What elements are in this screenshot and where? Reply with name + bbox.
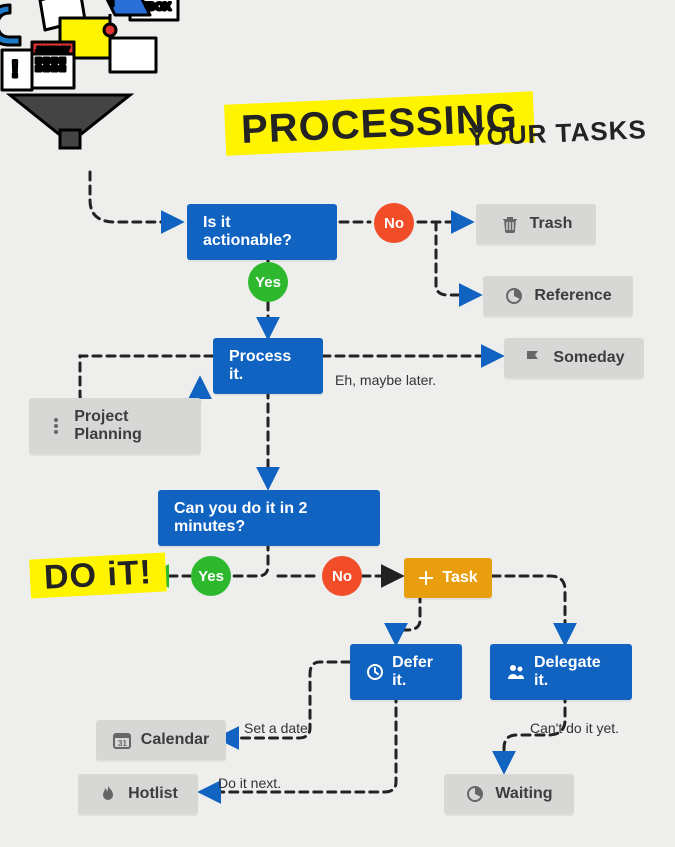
node-task-label: Task: [442, 569, 477, 587]
svg-text:31: 31: [118, 739, 127, 748]
trash-icon: [500, 214, 520, 234]
pill-yes-1-label: Yes: [255, 274, 281, 291]
plus-icon: [418, 568, 434, 588]
pill-no-1: No: [374, 203, 414, 243]
caption-do-it-next: Do it next.: [218, 775, 281, 791]
outcome-reference-label: Reference: [534, 287, 611, 305]
node-delegate-it-label: Delegate it.: [534, 654, 616, 690]
node-delegate-it: Delegate it.: [490, 644, 632, 700]
outcome-someday-label: Someday: [553, 349, 624, 367]
outcome-trash-label: Trash: [530, 215, 573, 233]
node-process-it-label: Process it.: [229, 348, 307, 384]
outcome-project-planning-label: Project Planning: [74, 408, 183, 444]
pill-yes-2-label: Yes: [198, 568, 224, 585]
node-two-minutes: Can you do it in 2 minutes?: [158, 490, 380, 546]
node-defer-it: Defer it.: [350, 644, 462, 700]
svg-text:JANUARY: JANUARY: [36, 47, 70, 54]
outcome-someday: Someday: [504, 338, 644, 378]
node-two-minutes-label: Can you do it in 2 minutes?: [174, 500, 364, 536]
pill-no-2-label: No: [332, 568, 352, 585]
outcome-project-planning: Project Planning: [29, 398, 201, 454]
node-is-actionable-label: Is it actionable?: [203, 214, 321, 250]
node-process-it: Process it.: [213, 338, 323, 394]
svg-text:!: !: [11, 56, 19, 83]
dots-icon: [47, 416, 64, 436]
clock-icon: [366, 662, 384, 682]
calendar-icon: 31: [113, 730, 131, 750]
node-is-actionable: Is it actionable?: [187, 204, 337, 260]
node-task: Task: [404, 558, 492, 598]
pill-no-1-label: No: [384, 215, 404, 232]
pie-icon: [504, 286, 524, 306]
outcome-hotlist-label: Hotlist: [128, 785, 178, 803]
pie2-icon: [465, 784, 485, 804]
caption-cant-do-it-yet: Can't do it yet.: [530, 720, 619, 736]
outcome-reference: Reference: [483, 276, 633, 316]
title-rest-wrap: YOUR TASKS: [468, 112, 647, 143]
title-rest: YOUR TASKS: [468, 114, 648, 153]
do-it-label: DO iT!: [43, 553, 153, 597]
people-icon: [506, 662, 526, 682]
pill-yes-1: Yes: [248, 262, 288, 302]
outcome-hotlist: Hotlist: [78, 774, 198, 814]
outcome-waiting: Waiting: [444, 774, 574, 814]
svg-text:f: f: [109, 0, 116, 10]
caption-set-a-date: Set a date.: [244, 720, 312, 736]
outcome-trash: Trash: [476, 204, 596, 244]
caption-maybe-later: Eh, maybe later.: [335, 372, 436, 388]
pill-no-2: No: [322, 556, 362, 596]
flag-icon: [523, 348, 543, 368]
outcome-calendar-label: Calendar: [141, 731, 209, 749]
inbox-doodle: INBOX f JANUARY !: [0, 0, 190, 180]
pill-yes-2: Yes: [191, 556, 231, 596]
node-defer-it-label: Defer it.: [392, 654, 446, 690]
do-it-highlight: DO iT!: [29, 552, 167, 598]
outcome-calendar: 31 Calendar: [96, 720, 226, 760]
flame-icon: [98, 784, 118, 804]
outcome-waiting-label: Waiting: [495, 785, 552, 803]
